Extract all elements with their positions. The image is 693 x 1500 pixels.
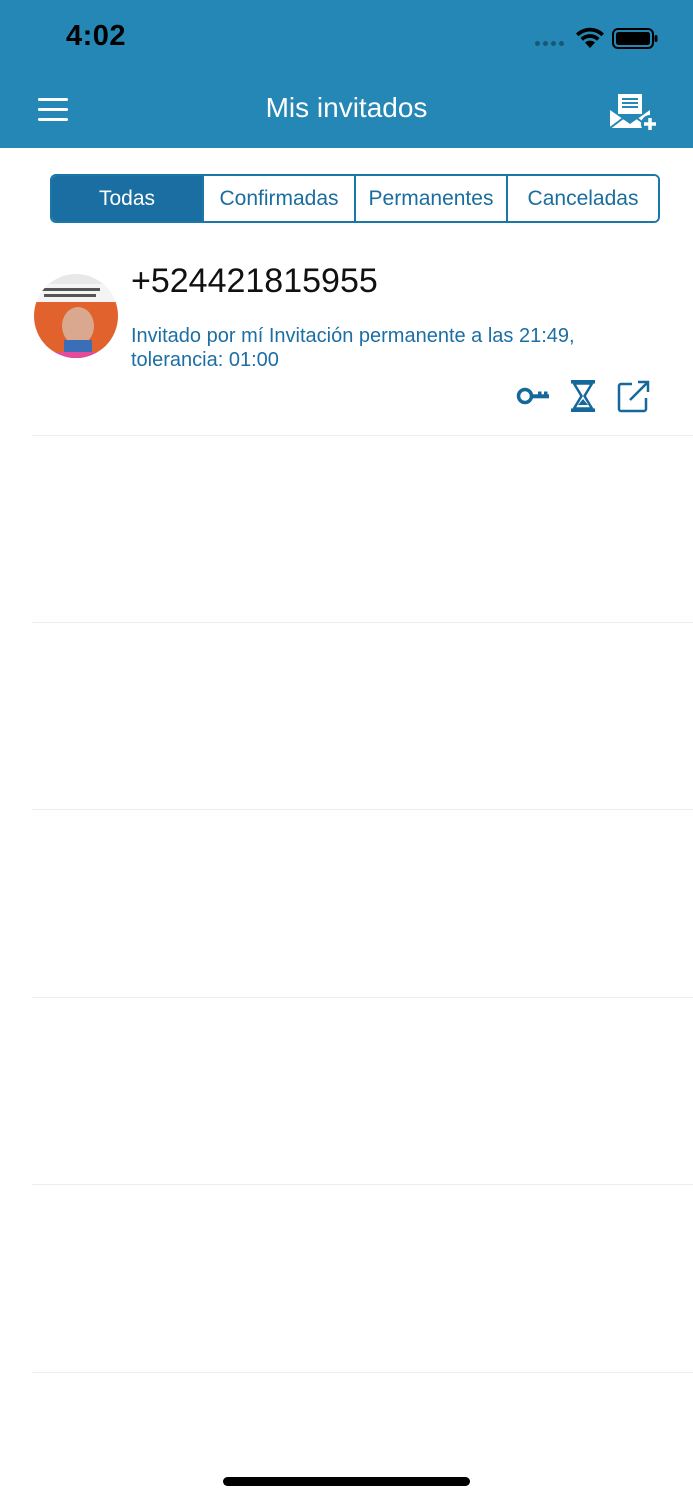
empty-list-row (32, 623, 693, 810)
envelope-add-icon[interactable] (606, 88, 662, 134)
guest-invitation-info: Invitado por mí Invitación permanente a … (131, 325, 575, 371)
empty-list-row (32, 998, 693, 1185)
cellular-signal-icon (535, 41, 567, 47)
tab-todas[interactable]: Todas (52, 176, 204, 221)
guest-list-item[interactable]: +524421815955 Invitado por mí Invitación… (32, 250, 693, 436)
share-icon[interactable] (616, 378, 652, 414)
empty-list-row (32, 436, 693, 623)
avatar (34, 274, 118, 358)
hourglass-icon[interactable] (568, 378, 598, 414)
empty-list-row (32, 810, 693, 998)
tab-permanentes[interactable]: Permanentes (356, 176, 508, 221)
filter-segmented-control: Todas Confirmadas Permanentes Canceladas (50, 174, 660, 223)
key-icon[interactable] (516, 378, 552, 414)
status-time: 4:02 (66, 20, 127, 52)
navigation-bar: 4:02 Mis invitados (0, 0, 693, 148)
tab-confirmadas[interactable]: Confirmadas (204, 176, 356, 221)
guest-phone: +524421815955 (131, 262, 378, 300)
wifi-icon (576, 27, 604, 48)
empty-list-row (32, 1185, 693, 1373)
page-title: Mis invitados (265, 92, 428, 123)
home-indicator[interactable] (223, 1477, 470, 1486)
tab-canceladas[interactable]: Canceladas (508, 176, 658, 221)
battery-icon (612, 28, 658, 49)
